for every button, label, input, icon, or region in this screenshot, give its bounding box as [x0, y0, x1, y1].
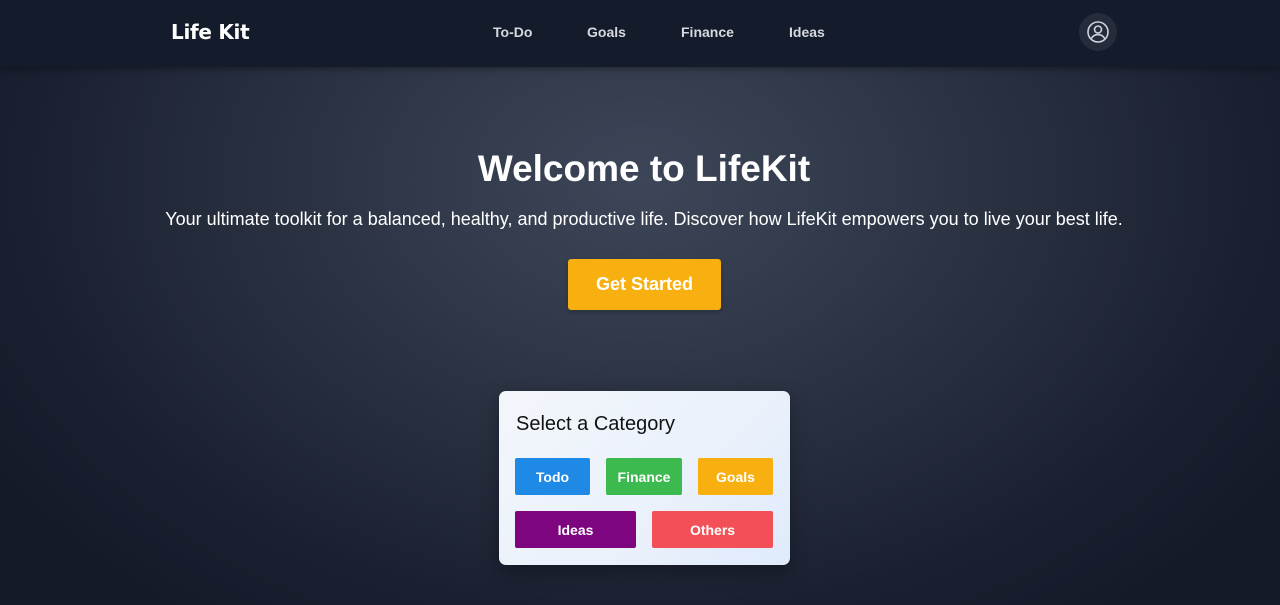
hero-subtitle: Your ultimate toolkit for a balanced, he…	[165, 209, 1123, 229]
category-card-title: Select a Category	[516, 413, 675, 435]
category-finance-button[interactable]: Finance	[606, 458, 682, 495]
category-todo-button[interactable]: Todo	[515, 458, 590, 495]
nav-link-ideas[interactable]: Ideas	[789, 24, 825, 40]
nav-link-finance[interactable]: Finance	[681, 24, 734, 40]
get-started-button[interactable]: Get Started	[568, 259, 721, 310]
nav-link-todo[interactable]: To-Do	[493, 24, 532, 40]
profile-button[interactable]	[1079, 13, 1117, 51]
category-others-button[interactable]: Others	[652, 511, 773, 548]
category-card: Select a Category Todo Finance Goals Ide…	[499, 391, 790, 565]
nav-link-goals[interactable]: Goals	[587, 24, 626, 40]
category-ideas-button[interactable]: Ideas	[515, 511, 636, 548]
hero-title: Welcome to LifeKit	[477, 148, 811, 189]
user-circle-icon	[1087, 21, 1109, 43]
category-goals-button[interactable]: Goals	[698, 458, 773, 495]
top-navbar: Life Kit To-Do Goals Finance Ideas	[0, 0, 1280, 67]
